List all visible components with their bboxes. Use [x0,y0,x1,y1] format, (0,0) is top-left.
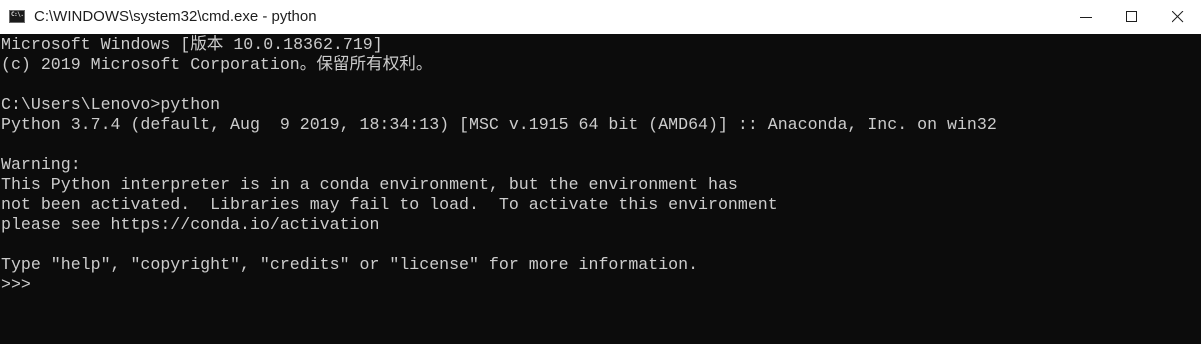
cmd-icon-label: C:\. [11,11,24,18]
console-output[interactable]: Microsoft Windows [版本 10.0.18362.719] (c… [0,35,1201,344]
cmd-icon[interactable]: C:\. [9,10,25,23]
console-line-warning-text: not been activated. Libraries may fail t… [1,195,778,214]
console-line-warning-text: please see https://conda.io/activation [1,215,380,234]
maximize-button[interactable] [1109,0,1155,34]
window-title: C:\WINDOWS\system32\cmd.exe - python [34,8,317,25]
cmd-window: C:\. C:\WINDOWS\system32\cmd.exe - pytho… [0,0,1201,344]
close-icon [1172,11,1184,23]
console-line-help-hint: Type "help", "copyright", "credits" or "… [1,255,699,274]
console-line-command: C:\Users\Lenovo>python [1,95,221,114]
console-line-version: Microsoft Windows [版本 10.0.18362.719] [1,35,383,54]
minimize-button[interactable] [1063,0,1109,34]
console-prompt[interactable]: >>> [1,275,31,295]
title-bar[interactable]: C:\. C:\WINDOWS\system32\cmd.exe - pytho… [0,0,1201,34]
console-line-warning: Warning: [1,155,81,174]
console-line-python-banner: Python 3.7.4 (default, Aug 9 2019, 18:34… [1,115,997,134]
maximize-icon [1126,11,1137,22]
close-button[interactable] [1155,0,1201,34]
console-line-copyright: (c) 2019 Microsoft Corporation。保留所有权利。 [1,55,433,74]
console-line-warning-text: This Python interpreter is in a conda en… [1,175,738,194]
minimize-icon [1080,17,1092,18]
